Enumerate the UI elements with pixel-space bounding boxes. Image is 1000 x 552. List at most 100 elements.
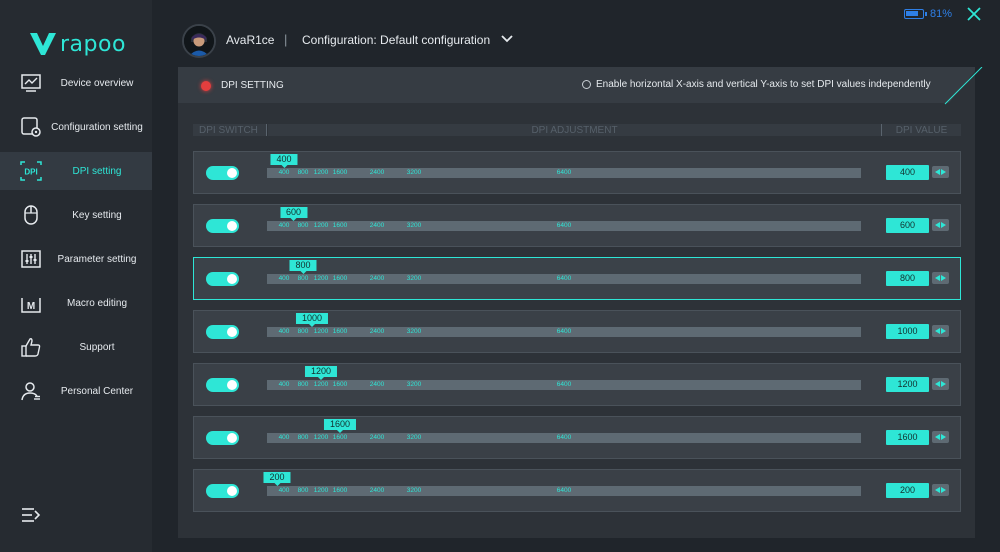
- menu-collapse-icon[interactable]: [20, 505, 42, 525]
- dpi-switch-toggle[interactable]: [206, 484, 239, 498]
- increase-arrow-icon[interactable]: [941, 222, 946, 228]
- dpi-switch-toggle[interactable]: [206, 166, 239, 180]
- dpi-tick-label: 2400: [369, 275, 385, 282]
- dpi-slider-handle[interactable]: 400: [270, 154, 298, 165]
- header-separator: |: [284, 32, 288, 47]
- dpi-tick-label: 400: [278, 487, 290, 494]
- sidebar-item-configuration-setting[interactable]: Configuration setting: [0, 108, 152, 146]
- dpi-row[interactable]: 400 800 1200 1600 2400 3200 6400 1000 1000: [193, 310, 961, 353]
- dpi-value-input[interactable]: 1000: [886, 324, 929, 339]
- increase-arrow-icon[interactable]: [941, 275, 946, 281]
- dpi-slider-track[interactable]: 400 800 1200 1600 2400 3200 6400 1200: [267, 366, 861, 390]
- dpi-tick-label: 2400: [369, 381, 385, 388]
- dpi-value-input[interactable]: 1600: [886, 430, 929, 445]
- toggle-knob: [227, 168, 237, 178]
- dpi-value-input[interactable]: 1200: [886, 377, 929, 392]
- dpi-row[interactable]: 400 800 1200 1600 2400 3200 6400 1600 1600: [193, 416, 961, 459]
- dpi-value-input[interactable]: 400: [886, 165, 929, 180]
- xy-independent-radio[interactable]: [582, 80, 591, 89]
- dpi-slider-handle[interactable]: 1000: [295, 313, 329, 324]
- decrease-arrow-icon[interactable]: [935, 328, 940, 334]
- dpi-tick-label: 6400: [556, 222, 572, 229]
- rapoo-logo: rapoo: [30, 30, 126, 58]
- dpi-switch-toggle[interactable]: [206, 378, 239, 392]
- sidebar-item-label: Personal Center: [60, 385, 134, 397]
- decrease-arrow-icon[interactable]: [935, 275, 940, 281]
- dpi-slider-track[interactable]: 400 800 1200 1600 2400 3200 6400 200: [263, 472, 861, 496]
- decrease-arrow-icon[interactable]: [935, 169, 940, 175]
- dpi-tick-label: 6400: [556, 328, 572, 335]
- sidebar-item-parameter-setting[interactable]: Parameter setting: [0, 240, 152, 278]
- sidebar-item-support[interactable]: Support: [0, 328, 152, 366]
- dpi-tick-label: 6400: [556, 275, 572, 282]
- sidebar-item-macro-editing[interactable]: M Macro editing: [0, 284, 152, 322]
- battery-icon: [904, 9, 927, 19]
- dpi-row[interactable]: 400 800 1200 1600 2400 3200 6400 800 800: [193, 257, 961, 300]
- dpi-row[interactable]: 400 800 1200 1600 2400 3200 6400 1200 1200: [193, 363, 961, 406]
- macro-icon: M: [20, 292, 42, 314]
- increase-arrow-icon[interactable]: [941, 487, 946, 493]
- configuration-selector[interactable]: Configuration: Default configuration: [302, 33, 490, 47]
- sidebar-item-label: Support: [79, 341, 115, 353]
- avatar[interactable]: [182, 24, 216, 58]
- dpi-switch-toggle[interactable]: [206, 325, 239, 339]
- chart-monitor-icon: [20, 72, 42, 94]
- dpi-tick-label: 2400: [369, 328, 385, 335]
- dpi-switch-toggle[interactable]: [206, 219, 239, 233]
- user-icon: [20, 380, 42, 402]
- dpi-slider-track[interactable]: 400 800 1200 1600 2400 3200 6400 600: [267, 207, 861, 231]
- dpi-row[interactable]: 400 800 1200 1600 2400 3200 6400 400 400: [193, 151, 961, 194]
- dpi-switch-toggle[interactable]: [206, 431, 239, 445]
- dpi-slider-handle[interactable]: 1600: [323, 419, 357, 430]
- dpi-slider-track[interactable]: 400 800 1200 1600 2400 3200 6400 1000: [267, 313, 861, 337]
- dpi-slider-handle[interactable]: 1200: [304, 366, 338, 377]
- dpi-slider-handle[interactable]: 200: [263, 472, 291, 483]
- decrease-arrow-icon[interactable]: [935, 487, 940, 493]
- dpi-tick-label: 1200: [313, 328, 329, 335]
- dpi-tick-label: 1200: [313, 381, 329, 388]
- dpi-value-input[interactable]: 200: [886, 483, 929, 498]
- dpi-value-input[interactable]: 600: [886, 218, 929, 233]
- dpi-row[interactable]: 400 800 1200 1600 2400 3200 6400 200 200: [193, 469, 961, 512]
- dpi-slider-track[interactable]: 400 800 1200 1600 2400 3200 6400 1600: [267, 419, 861, 443]
- decrease-arrow-icon[interactable]: [935, 222, 940, 228]
- dpi-slider-handle[interactable]: 800: [289, 260, 317, 271]
- decrease-arrow-icon[interactable]: [935, 434, 940, 440]
- dpi-tick-label: 6400: [556, 381, 572, 388]
- sidebar: rapoo Device overview Configuration setti…: [0, 0, 152, 552]
- xy-independent-label[interactable]: Enable horizontal X-axis and vertical Y-…: [596, 79, 931, 90]
- close-icon[interactable]: [966, 6, 982, 22]
- sidebar-item-label: Macro editing: [66, 297, 128, 309]
- dpi-tick-label: 800: [297, 434, 309, 441]
- dpi-tick-label: 400: [278, 328, 290, 335]
- sidebar-item-personal-center[interactable]: Personal Center: [0, 372, 152, 410]
- dpi-tick-label: 6400: [556, 487, 572, 494]
- chevron-down-icon[interactable]: [500, 31, 514, 45]
- sidebar-item-key-setting[interactable]: Key setting: [0, 196, 152, 234]
- dpi-slider-track[interactable]: 400 800 1200 1600 2400 3200 6400 400: [267, 154, 861, 178]
- dpi-value-stepper: [932, 219, 949, 231]
- dpi-tick-label: 400: [278, 381, 290, 388]
- increase-arrow-icon[interactable]: [941, 169, 946, 175]
- dpi-tick-label: 1600: [332, 275, 348, 282]
- dpi-tick-label: 400: [278, 434, 290, 441]
- increase-arrow-icon[interactable]: [941, 434, 946, 440]
- dpi-value-input[interactable]: 800: [886, 271, 929, 286]
- dpi-tick-label: 3200: [406, 381, 422, 388]
- increase-arrow-icon[interactable]: [941, 328, 946, 334]
- dpi-switch-toggle[interactable]: [206, 272, 239, 286]
- increase-arrow-icon[interactable]: [941, 381, 946, 387]
- decrease-arrow-icon[interactable]: [935, 381, 940, 387]
- sidebar-item-dpi-setting[interactable]: DPI DPI setting: [0, 152, 152, 190]
- dpi-tick-label: 800: [297, 487, 309, 494]
- rapoo-v-logo-icon: [30, 33, 56, 55]
- dpi-slider-track[interactable]: 400 800 1200 1600 2400 3200 6400 800: [267, 260, 861, 284]
- toggle-knob: [227, 327, 237, 337]
- dpi-tick-label: 3200: [406, 275, 422, 282]
- macro-icon-text: M: [27, 301, 35, 312]
- dpi-slider-handle[interactable]: 600: [279, 207, 308, 218]
- sidebar-item-device-overview[interactable]: Device overview: [0, 64, 152, 102]
- dpi-tick-label: 1200: [313, 169, 329, 176]
- dpi-tick-label: 3200: [406, 434, 422, 441]
- dpi-row[interactable]: 400 800 1200 1600 2400 3200 6400 600 600: [193, 204, 961, 247]
